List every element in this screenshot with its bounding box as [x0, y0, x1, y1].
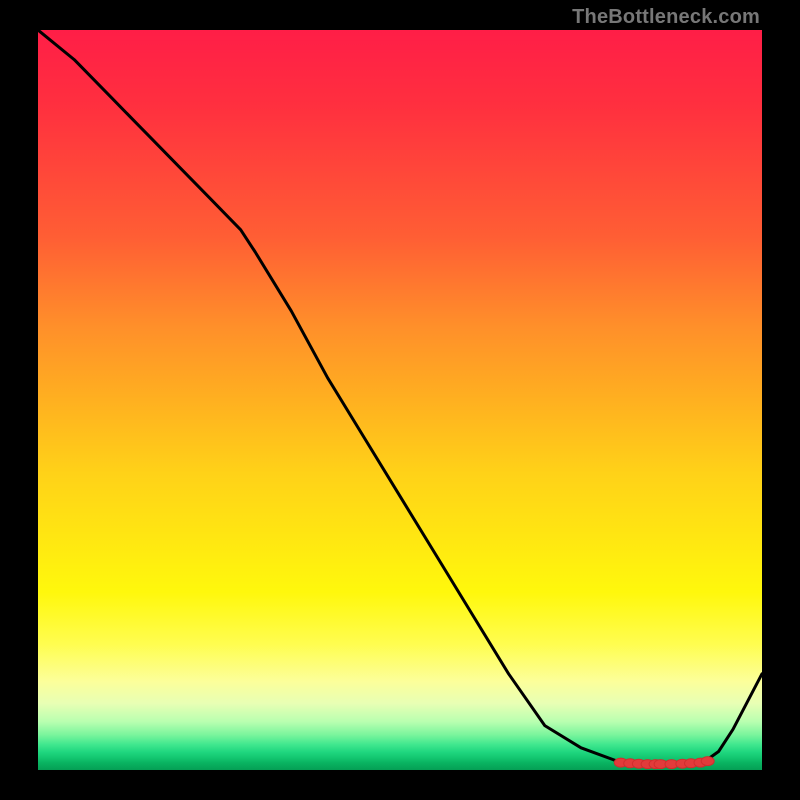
- marker-dot: [701, 757, 714, 766]
- chart-overlay: [38, 30, 762, 770]
- chart-markers: [614, 757, 714, 769]
- chart-frame: TheBottleneck.com: [0, 0, 800, 800]
- watermark-text: TheBottleneck.com: [572, 6, 760, 29]
- plot-area: [38, 30, 762, 770]
- chart-curve: [38, 30, 762, 764]
